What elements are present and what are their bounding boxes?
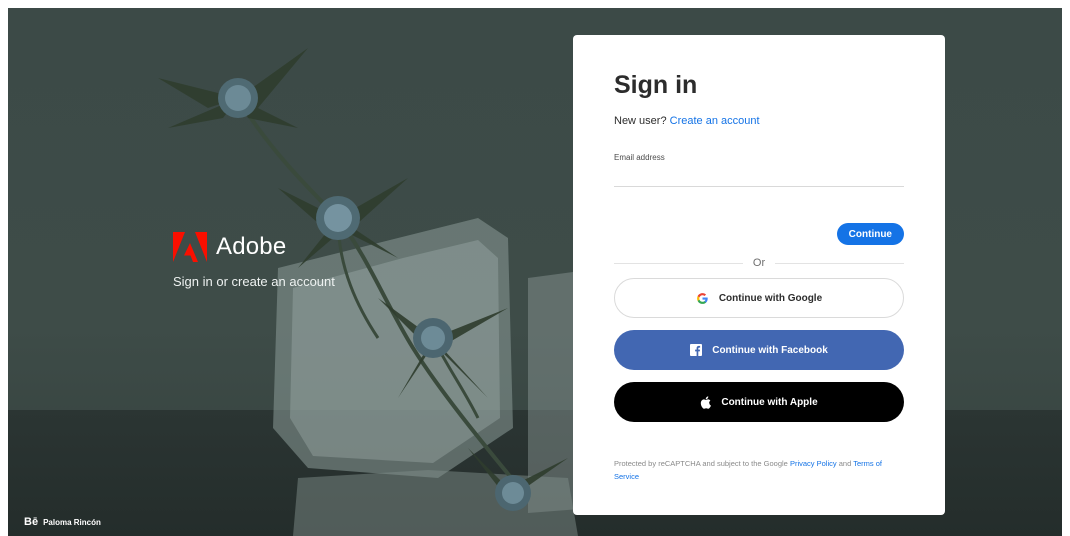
legal-and: and xyxy=(838,459,852,468)
create-account-link[interactable]: Create an account xyxy=(670,115,760,127)
adobe-brand: Adobe Sign in or create an account xyxy=(173,232,335,289)
apple-label: Continue with Apple xyxy=(721,396,818,408)
adobe-logo-icon xyxy=(173,232,207,262)
credit-author: Paloma Rincón xyxy=(43,517,101,527)
google-label: Continue with Google xyxy=(718,292,823,304)
photo-credit[interactable]: Bē Paloma Rincón xyxy=(24,516,101,528)
page-title: Sign in xyxy=(614,71,698,99)
google-icon xyxy=(696,292,709,305)
behance-icon: Bē xyxy=(24,516,39,528)
continue-row: Continue xyxy=(614,223,904,245)
legal-prefix: Protected by reCAPTCHA and subject to th… xyxy=(614,459,788,468)
apple-icon xyxy=(700,395,712,409)
brand-name: Adobe xyxy=(216,233,287,260)
email-field[interactable] xyxy=(614,164,904,187)
legal-notice: Protected by reCAPTCHA and subject to th… xyxy=(614,457,904,483)
continue-with-google-button[interactable]: Continue with Google xyxy=(614,278,904,318)
brand-tagline: Sign in or create an account xyxy=(173,274,335,289)
new-user-text: New user? xyxy=(614,115,667,127)
facebook-icon xyxy=(690,344,703,356)
new-user-prompt: New user? Create an account xyxy=(614,115,904,127)
or-label: Or xyxy=(752,257,766,269)
continue-button[interactable]: Continue xyxy=(836,223,904,245)
continue-with-apple-button[interactable]: Continue with Apple xyxy=(614,382,904,422)
facebook-label: Continue with Facebook xyxy=(712,344,828,356)
email-label: Email address xyxy=(614,153,665,162)
continue-with-facebook-button[interactable]: Continue with Facebook xyxy=(614,330,904,370)
or-divider: Or xyxy=(614,257,905,269)
privacy-policy-link[interactable]: Privacy Policy xyxy=(790,459,837,468)
divider-line-right xyxy=(775,262,905,264)
signin-card: Sign in New user? Create an account Emai… xyxy=(573,35,945,515)
divider-line-left xyxy=(614,262,743,264)
